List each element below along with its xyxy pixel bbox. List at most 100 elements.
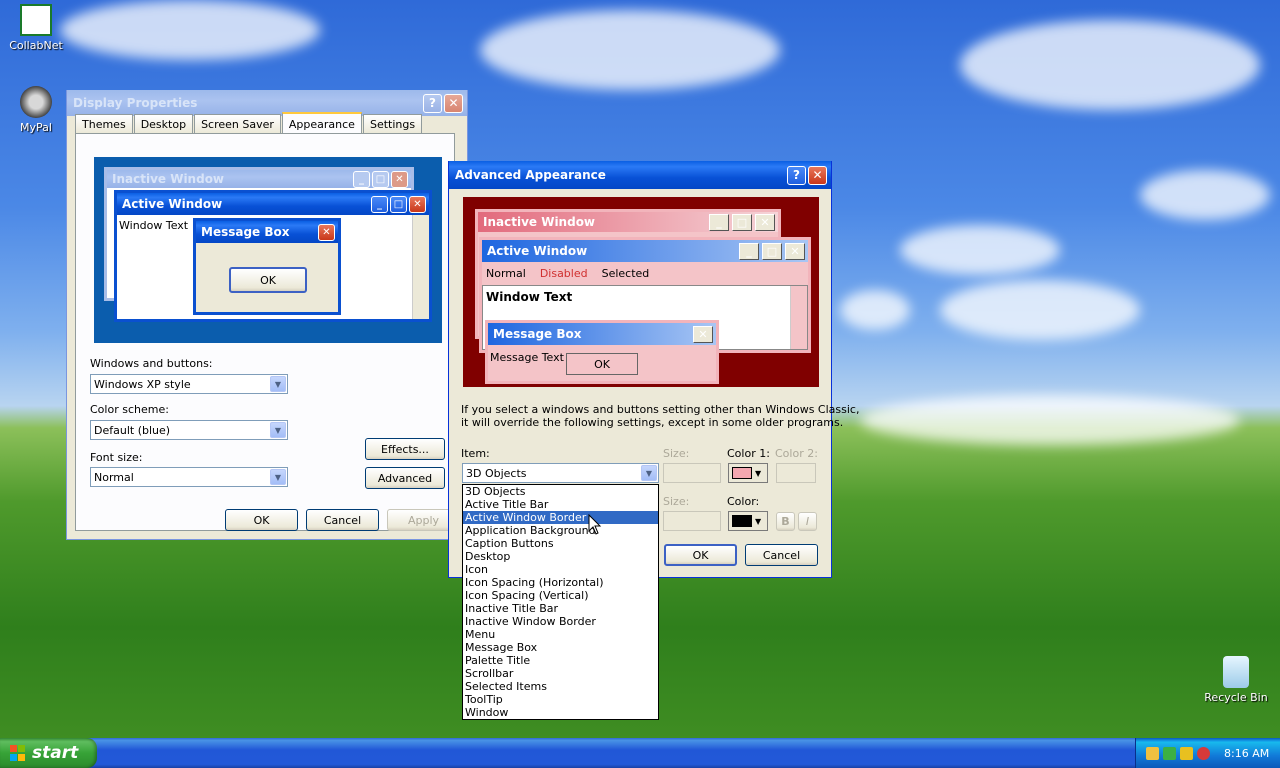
color-scheme-value: Default (blue) [94, 423, 171, 437]
desktop-icon-label: MyPal [20, 121, 52, 134]
help-button[interactable]: ? [423, 93, 442, 113]
preview-menu-normal: Normal [486, 267, 526, 280]
bold-button[interactable]: B [776, 512, 795, 531]
desktop-icon-recycle-bin[interactable]: Recycle Bin [1201, 656, 1271, 704]
close-icon: ✕ [755, 213, 775, 231]
shield-icon[interactable] [1180, 746, 1193, 760]
list-item[interactable]: Application Background [463, 524, 658, 537]
font-color-picker[interactable]: ▼ [728, 511, 768, 531]
chevron-down-icon[interactable]: ▼ [270, 469, 286, 485]
ok-button[interactable]: OK [225, 509, 298, 531]
close-button[interactable]: ✕ [808, 165, 827, 185]
color2-picker[interactable] [776, 463, 816, 483]
tab-themes[interactable]: Themes [75, 114, 133, 133]
title-bar[interactable]: Advanced Appearance ? ✕ [449, 161, 831, 189]
chevron-down-icon: ▼ [755, 468, 762, 478]
tab-appearance[interactable]: Appearance [281, 112, 362, 134]
list-item[interactable]: ToolTip [463, 693, 658, 706]
cloud [860, 395, 1240, 445]
tab-settings[interactable]: Settings [362, 114, 423, 133]
list-item[interactable]: Palette Title [463, 654, 658, 667]
preview-message-box: Message Box ✕ Message Text OK [485, 320, 719, 384]
list-item[interactable]: Icon [463, 563, 658, 576]
list-item[interactable]: Inactive Title Bar [463, 602, 658, 615]
cancel-button[interactable]: Cancel [745, 544, 818, 566]
list-item[interactable]: Caption Buttons [463, 537, 658, 550]
preview-inactive-title: Inactive Window [112, 172, 225, 186]
font-size-label: Size: [663, 495, 690, 508]
maximize-icon: □ [762, 242, 782, 260]
desktop-icon-collabnet[interactable]: CollabNet [1, 4, 71, 52]
windows-buttons-select[interactable]: Windows XP style ▼ [90, 374, 288, 394]
color-scheme-label: Color scheme: [90, 403, 169, 416]
ok-button[interactable]: OK [664, 544, 737, 566]
tab-screen-saver[interactable]: Screen Saver [194, 114, 281, 133]
preview-menu-disabled: Disabled [539, 267, 588, 280]
tab-desktop[interactable]: Desktop [133, 114, 194, 133]
italic-button[interactable]: I [798, 512, 817, 531]
preview-inactive-titlebar: Inactive Window _ □ ✕ [478, 212, 778, 232]
preview-ok-button: OK [566, 353, 638, 375]
close-icon: ✕ [693, 325, 713, 343]
size-spinner[interactable] [663, 463, 721, 483]
preview-ok-button: OK [229, 267, 307, 293]
security-alert-icon[interactable] [1197, 746, 1210, 760]
effects-button[interactable]: Effects... [365, 438, 445, 460]
preview-window-text: Window Text [119, 219, 189, 232]
list-item[interactable]: Window [463, 706, 658, 719]
cloud [60, 0, 320, 60]
list-item[interactable]: Inactive Window Border [463, 615, 658, 628]
safely-remove-icon[interactable] [1163, 746, 1176, 760]
tab-strip: Themes Desktop Screen Saver Appearance S… [75, 112, 423, 134]
list-item[interactable]: Active Title Bar [463, 498, 658, 511]
color1-label: Color 1: [727, 447, 770, 460]
close-icon: ✕ [785, 242, 805, 260]
desktop-icon-label: CollabNet [9, 39, 63, 52]
cloud [1140, 170, 1270, 220]
list-item-selected[interactable]: Active Window Border [463, 511, 658, 524]
clock[interactable]: 8:16 AM [1224, 747, 1269, 760]
note-line-1: If you select a windows and buttons sett… [461, 403, 860, 416]
font-size-label: Font size: [90, 451, 143, 464]
preview-message-titlebar: Message Box ✕ [488, 323, 716, 345]
cancel-button[interactable]: Cancel [306, 509, 379, 531]
collabnet-icon [20, 4, 52, 36]
note-line-2: it will override the following settings,… [461, 416, 844, 429]
list-item[interactable]: 3D Objects [463, 485, 658, 498]
list-item[interactable]: Selected Items [463, 680, 658, 693]
help-button[interactable]: ? [787, 165, 806, 185]
chevron-down-icon: ▼ [755, 516, 762, 526]
color-scheme-select[interactable]: Default (blue) ▼ [90, 420, 288, 440]
desktop-icon-mypal[interactable]: MyPal [1, 86, 71, 134]
list-item[interactable]: Message Box [463, 641, 658, 654]
list-item[interactable]: Icon Spacing (Vertical) [463, 589, 658, 602]
maximize-icon: □ [390, 195, 407, 213]
raccoon-icon [20, 86, 52, 118]
preview-menu-bar: Normal Disabled Selected [482, 262, 808, 280]
chevron-down-icon[interactable]: ▼ [270, 422, 286, 438]
color1-picker[interactable]: ▼ [728, 463, 768, 483]
advanced-preview: Inactive Window _ □ ✕ Active Window _ □ … [463, 197, 819, 387]
font-size-select[interactable] [663, 511, 721, 531]
list-item[interactable]: Icon Spacing (Horizontal) [463, 576, 658, 589]
system-tray: 8:16 AM [1135, 738, 1280, 768]
preview-message-text: Message Text [490, 351, 564, 364]
preview-window-text: Window Text [486, 290, 573, 304]
recycle-bin-icon [1223, 656, 1249, 688]
list-item[interactable]: Scrollbar [463, 667, 658, 680]
list-item[interactable]: Desktop [463, 550, 658, 563]
close-button[interactable]: ✕ [444, 93, 463, 113]
item-dropdown-list[interactable]: 3D Objects Active Title Bar Active Windo… [462, 484, 659, 720]
advanced-button[interactable]: Advanced [365, 467, 445, 489]
chevron-down-icon[interactable]: ▼ [641, 465, 657, 481]
item-select[interactable]: 3D Objects ▼ [462, 463, 659, 483]
start-button[interactable]: start [0, 738, 97, 768]
chevron-down-icon[interactable]: ▼ [270, 376, 286, 392]
list-item[interactable]: Menu [463, 628, 658, 641]
font-size-select[interactable]: Normal ▼ [90, 467, 288, 487]
maximize-icon: □ [372, 170, 389, 188]
item-label: Item: [461, 447, 490, 460]
network-icon[interactable] [1146, 746, 1159, 760]
windows-logo-icon [10, 745, 26, 761]
preview-active-titlebar: Active Window _ □ ✕ [482, 240, 808, 262]
